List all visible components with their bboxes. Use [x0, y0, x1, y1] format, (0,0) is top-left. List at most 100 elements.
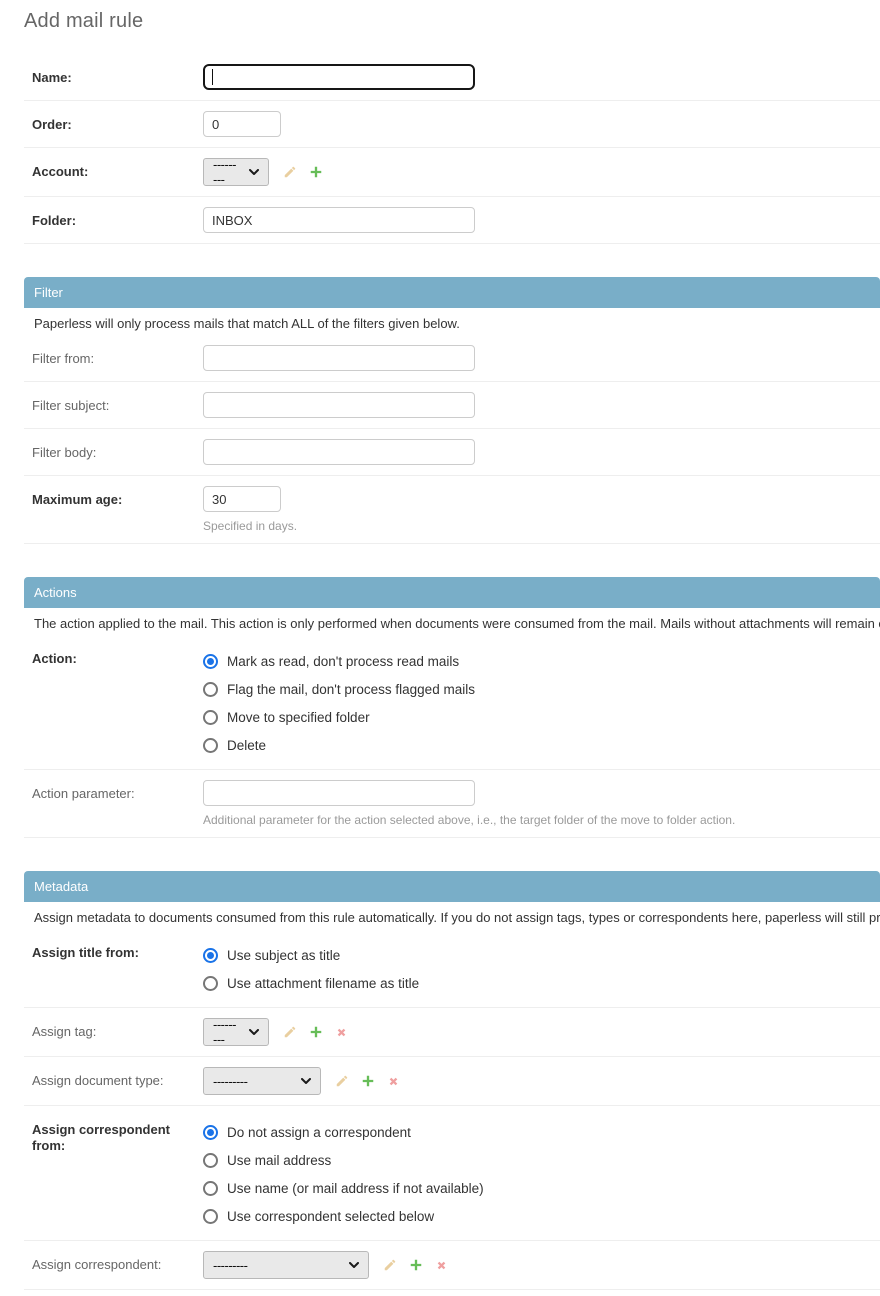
assign-document-type-label: Assign document type:	[32, 1067, 203, 1089]
action-label: Action:	[32, 645, 203, 667]
filter-body-field	[203, 439, 872, 465]
filter-subject-label: Filter subject:	[32, 392, 203, 414]
add-account-icon[interactable]	[309, 165, 323, 179]
filter-subject-input[interactable]	[203, 392, 475, 418]
correspondent-option-none[interactable]: Do not assign a correspondent	[203, 1118, 872, 1146]
form-row-filter-body: Filter body:	[24, 429, 880, 476]
radio-icon[interactable]	[203, 654, 218, 669]
name-field	[203, 64, 872, 90]
action-option-flag-mail[interactable]: Flag the mail, don't process flagged mai…	[203, 675, 872, 703]
delete-document-type-icon[interactable]	[387, 1075, 400, 1088]
module-metadata: Metadata Assign metadata to documents co…	[24, 871, 880, 1290]
account-select[interactable]: ---------	[203, 158, 269, 186]
delete-correspondent-icon[interactable]	[435, 1259, 448, 1272]
actions-section-help: The action applied to the mail. This act…	[34, 616, 880, 631]
radio-icon[interactable]	[203, 1209, 218, 1224]
assign-document-type-select-value: ---------	[213, 1074, 247, 1089]
maximum-age-input[interactable]	[203, 486, 281, 512]
account-select-value: ---------	[213, 157, 239, 187]
assign-correspondent-select-value: ---------	[213, 1258, 247, 1273]
add-correspondent-icon[interactable]	[409, 1258, 423, 1272]
folder-input[interactable]	[203, 207, 475, 233]
radio-icon[interactable]	[203, 682, 218, 697]
assign-correspondent-from-radio-group: Do not assign a correspondent Use mail a…	[203, 1116, 872, 1230]
form-row-assign-document-type: Assign document type: ---------	[24, 1057, 880, 1106]
metadata-section-help: Assign metadata to documents consumed fr…	[34, 910, 880, 925]
name-label: Name:	[32, 64, 203, 86]
radio-icon[interactable]	[203, 1125, 218, 1140]
add-document-type-icon[interactable]	[361, 1074, 375, 1088]
radio-icon[interactable]	[203, 710, 218, 725]
maximum-age-label: Maximum age:	[32, 486, 203, 508]
filter-subject-field	[203, 392, 872, 418]
filter-section-header: Filter	[24, 277, 880, 308]
form-row-name: Name:	[24, 54, 880, 101]
form-row-assign-correspondent-from: Assign correspondent from: Do not assign…	[24, 1106, 880, 1241]
action-option-mark-read[interactable]: Mark as read, don't process read mails	[203, 647, 872, 675]
assign-correspondent-select[interactable]: ---------	[203, 1251, 369, 1279]
correspondent-option-mail-address[interactable]: Use mail address	[203, 1146, 872, 1174]
radio-icon[interactable]	[203, 976, 218, 991]
account-field: ---------	[203, 158, 872, 186]
order-input[interactable]	[203, 111, 281, 137]
action-option-delete[interactable]: Delete	[203, 731, 872, 759]
form-row-assign-correspondent: Assign correspondent: ---------	[24, 1241, 880, 1290]
order-label: Order:	[32, 111, 203, 133]
form-row-filter-subject: Filter subject:	[24, 382, 880, 429]
radio-icon[interactable]	[203, 738, 218, 753]
edit-document-type-icon[interactable]	[335, 1074, 349, 1088]
action-parameter-label: Action parameter:	[32, 780, 203, 802]
filter-body-input[interactable]	[203, 439, 475, 465]
edit-tag-icon[interactable]	[283, 1025, 297, 1039]
assign-document-type-select[interactable]: ---------	[203, 1067, 321, 1095]
maximum-age-help: Specified in days.	[203, 519, 872, 533]
module-actions: Actions The action applied to the mail. …	[24, 577, 880, 838]
metadata-section-header: Metadata	[24, 871, 880, 902]
assign-tag-field: ---------	[203, 1018, 872, 1046]
assign-title-from-radio-group: Use subject as title Use attachment file…	[203, 939, 872, 997]
radio-icon[interactable]	[203, 1181, 218, 1196]
assign-correspondent-label: Assign correspondent:	[32, 1251, 203, 1273]
assign-tag-select-value: ---------	[213, 1017, 239, 1047]
actions-section-header: Actions	[24, 577, 880, 608]
action-parameter-field: Additional parameter for the action sele…	[203, 780, 872, 827]
chevron-down-icon	[349, 1262, 359, 1269]
name-input[interactable]	[203, 64, 475, 90]
radio-icon[interactable]	[203, 1153, 218, 1168]
title-option-subject[interactable]: Use subject as title	[203, 941, 872, 969]
form-row-folder: Folder:	[24, 197, 880, 244]
action-radio-group: Mark as read, don't process read mails F…	[203, 645, 872, 759]
text-cursor	[212, 69, 213, 85]
form-row-action: Action: Mark as read, don't process read…	[24, 635, 880, 770]
add-tag-icon[interactable]	[309, 1025, 323, 1039]
action-option-move-folder[interactable]: Move to specified folder	[203, 703, 872, 731]
filter-section-help: Paperless will only process mails that m…	[34, 316, 880, 331]
form-row-filter-from: Filter from:	[24, 335, 880, 382]
action-parameter-input[interactable]	[203, 780, 475, 806]
assign-correspondent-field: ---------	[203, 1251, 872, 1279]
edit-correspondent-icon[interactable]	[383, 1258, 397, 1272]
radio-icon[interactable]	[203, 948, 218, 963]
filter-from-field	[203, 345, 872, 371]
assign-tag-label: Assign tag:	[32, 1018, 203, 1040]
edit-account-icon[interactable]	[283, 165, 297, 179]
title-option-attachment-filename[interactable]: Use attachment filename as title	[203, 969, 872, 997]
form-row-account: Account: ---------	[24, 148, 880, 197]
filter-from-label: Filter from:	[32, 345, 203, 367]
maximum-age-field: Specified in days.	[203, 486, 872, 533]
filter-from-input[interactable]	[203, 345, 475, 371]
form-row-assign-tag: Assign tag: ---------	[24, 1008, 880, 1057]
order-field	[203, 111, 872, 137]
correspondent-option-selected-below[interactable]: Use correspondent selected below	[203, 1202, 872, 1230]
module-general: Name: Order: Account: ---------	[24, 54, 880, 244]
delete-tag-icon[interactable]	[335, 1026, 348, 1039]
add-mail-rule-page: Add mail rule Name: Order: Account: ----…	[0, 0, 880, 1290]
correspondent-option-name[interactable]: Use name (or mail address if not availab…	[203, 1174, 872, 1202]
account-label: Account:	[32, 158, 203, 180]
form-row-assign-title-from: Assign title from: Use subject as title …	[24, 929, 880, 1008]
chevron-down-icon	[301, 1078, 311, 1085]
form-row-action-parameter: Action parameter: Additional parameter f…	[24, 770, 880, 838]
assign-tag-select[interactable]: ---------	[203, 1018, 269, 1046]
folder-field	[203, 207, 872, 233]
assign-title-from-label: Assign title from:	[32, 939, 203, 961]
